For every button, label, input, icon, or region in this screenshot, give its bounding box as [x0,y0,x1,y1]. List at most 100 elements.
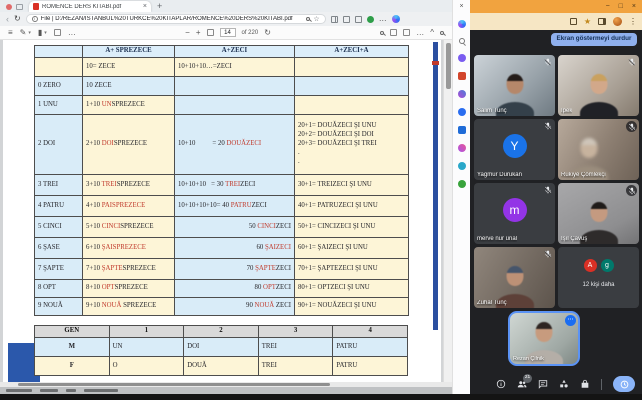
participant-tile[interactable]: YYagmur Durukan [474,119,555,180]
tile-options-icon[interactable]: ⋯ [565,315,576,326]
table-cell: 10 ZECE [83,77,175,96]
table-cell: 3 TREI [35,175,83,196]
participant-name: Rukiye Çömlekçi [561,172,606,178]
activities-icon[interactable] [559,379,569,389]
table-cell: 10+10+10+10= 40 PATRUZECI [175,196,295,217]
table-cell: 20+1= DOUĂZECI ŞI UNU 20+2= DOUĂZECI ŞI … [295,115,409,175]
draw-caret-icon[interactable]: ▾ [28,30,31,36]
new-tab-button[interactable]: + [157,2,162,11]
collections-icon[interactable] [355,16,362,23]
screen: ROMENCE DERS KITABI.pdf × + ‹ ↻ i File |… [0,0,642,400]
table-cell: 9+10 NOUĂ SPREZECE [83,298,175,316]
chat-icon[interactable] [538,379,548,389]
reload-icon[interactable]: ↻ [14,15,21,23]
sidebar-app-icon[interactable] [458,108,466,116]
back-icon[interactable]: ‹ [6,15,9,24]
outlook-icon[interactable] [458,126,466,134]
profile-icon[interactable] [6,4,12,10]
sidebar-app-icon[interactable] [458,144,466,152]
chrome-menu-icon[interactable]: ⋮ [629,18,637,26]
sidebar-app-icon[interactable] [458,162,466,170]
tab-actions-icon[interactable] [16,4,23,10]
sidebar-app-icon[interactable] [458,72,466,80]
favorites-icon[interactable] [343,16,350,23]
tab-close-icon[interactable]: × [143,3,147,10]
save-icon[interactable] [403,29,410,36]
profile-avatar[interactable] [613,17,622,26]
table-cell: 0 ZERO [35,77,83,96]
zoom-out-icon[interactable]: − [185,29,190,37]
search-icon[interactable] [306,17,310,21]
participant-tile[interactable]: Işıl Çavuş [558,183,639,244]
participant-tile[interactable]: Ag12 kişi daha [558,247,639,308]
table-cell [295,96,409,115]
table-cell: 4+10 PAISPREZECE [83,196,175,217]
table-cell: DOUĂ [184,357,259,376]
favorite-star-icon[interactable]: ☆ [313,16,319,23]
maximize-icon[interactable]: □ [619,3,623,10]
tab-search-icon[interactable] [570,18,577,25]
side-panel-icon[interactable] [598,18,606,25]
url-field[interactable]: i File | D:/REZAN/ISTANBUL%20TURKCE%20KI… [26,14,326,24]
bookmark-star-icon[interactable]: ★ [584,18,591,26]
participant-tile[interactable]: mmerve nur ünal [474,183,555,244]
browser-tab[interactable]: ROMENCE DERS KITABI.pdf × [29,1,151,12]
zoom-in-icon[interactable]: + [196,29,201,37]
copilot-icon[interactable] [458,20,466,28]
settings-more-icon[interactable]: … [379,15,387,23]
toc-menu-icon[interactable]: ≡ [8,29,13,37]
fit-page-icon[interactable] [207,29,214,36]
sidebar-app-icon[interactable] [458,180,466,188]
print-icon[interactable] [390,29,397,36]
horizontal-scrollbar-thumb[interactable] [18,383,330,386]
vertical-scrollbar-thumb[interactable] [446,43,451,89]
split-screen-icon[interactable] [331,16,338,23]
participant-tile[interactable]: Rukiye Çömlekçi [558,119,639,180]
close-icon[interactable]: × [632,3,636,10]
search-icon[interactable] [459,38,465,44]
table-cell: 60+1= ŞAIZECI ŞI UNU [295,238,409,259]
copilot-icon[interactable] [392,15,400,23]
sidebar-app-icon[interactable] [458,54,466,62]
extension-icon[interactable] [367,16,374,23]
self-view-tile[interactable]: ⋯ Rezan Çilnik [508,311,580,366]
pdf-viewport[interactable]: A+ SPREZECEA+ZECIA+ZECI+A10= ZECE10+10+1… [0,40,452,382]
table-cell: 1 UNU [35,96,83,115]
draw-pen-icon[interactable]: ✎ [20,29,27,37]
table-cell: 9 NOUĂ [35,298,83,316]
host-controls-lock-icon[interactable] [580,379,590,389]
table-header-cell: A+ SPREZECE [83,46,175,58]
pdf-search2-icon[interactable] [440,31,444,35]
clock-panel-button[interactable] [613,376,635,392]
sidebar-close-icon[interactable]: × [459,3,463,10]
minimize-icon[interactable]: − [606,3,610,10]
table-header-cell: 4 [333,326,408,338]
meeting-info-icon[interactable] [496,379,506,389]
highlight-caret-icon[interactable]: ▾ [44,30,47,36]
pdf-search-icon[interactable] [380,31,384,35]
people-icon[interactable]: 21 [517,379,527,389]
participant-tile[interactable]: İpek [558,55,639,116]
rotate-icon[interactable]: ↻ [264,29,271,37]
collapse-toolbar-icon[interactable]: ^ [430,29,434,37]
participant-tile[interactable]: Salim Tunç [474,55,555,116]
status-segment [84,389,118,392]
vertical-scrollbar[interactable] [443,40,452,382]
table-cell: 40+1= PATRUZECI ŞI UNU [295,196,409,217]
status-bar [0,387,452,394]
text-tool-icon[interactable] [54,29,61,36]
participant-name: Yagmur Durukan [477,172,522,178]
highlighter-icon[interactable]: ▮ [38,29,42,37]
table-cell: 30+1= TREIZECI ŞI UNU [295,175,409,196]
participant-tile[interactable]: Zuhal Tunç [474,247,555,308]
stop-presenting-button[interactable]: Ekran göstermeyi durdur [551,33,637,46]
mic-off-icon [628,58,636,66]
sidebar-app-icon[interactable] [458,90,466,98]
page-info-icon[interactable]: i [32,16,38,22]
overflow-avatars: Ag [584,259,614,272]
participant-video [569,72,629,116]
toolbar-more-icon[interactable]: … [68,29,76,37]
table-cell: PATRU [333,357,408,376]
pdf-more-icon[interactable]: … [416,29,424,37]
page-number-input[interactable]: 14 [220,28,236,37]
